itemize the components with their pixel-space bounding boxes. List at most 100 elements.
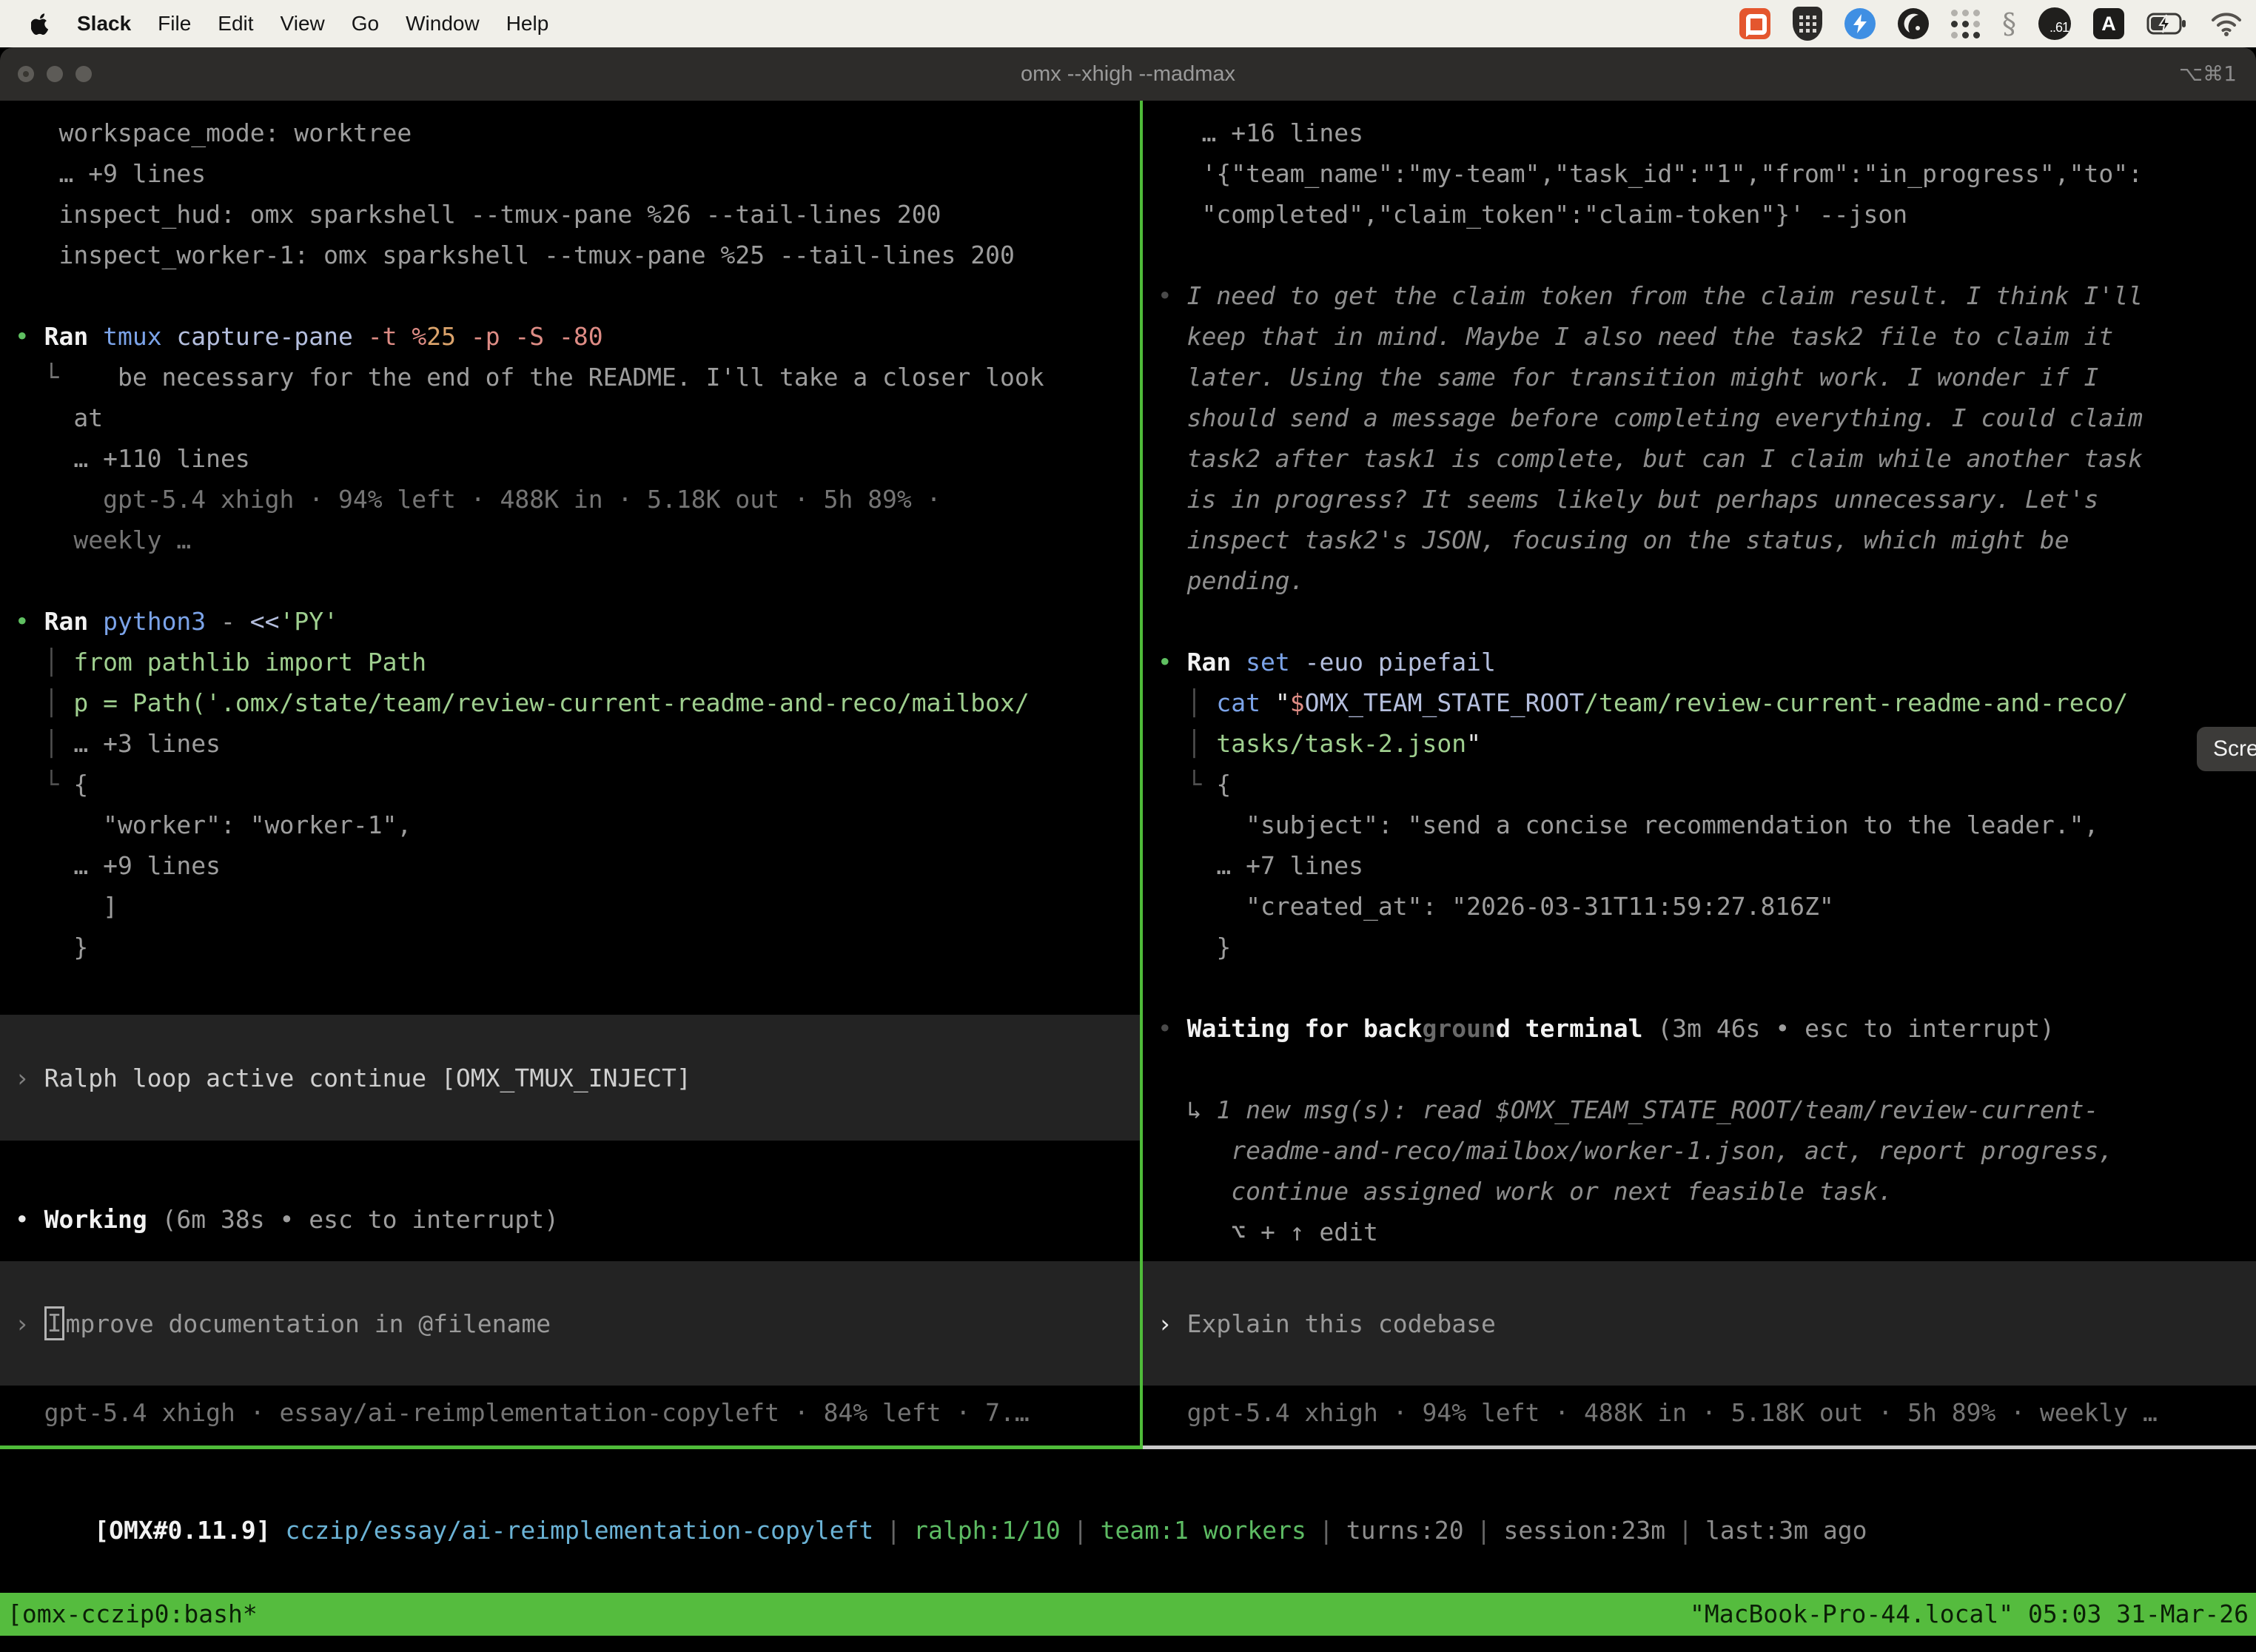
terminal-text: └	[0, 770, 73, 799]
menu-go[interactable]: Go	[352, 12, 379, 36]
terminal-text: capture-pane	[176, 322, 367, 351]
menu-help[interactable]: Help	[506, 12, 549, 36]
hud-separator: |	[1061, 1516, 1101, 1545]
terminal-line: }	[1143, 927, 2256, 967]
terminal-text: (6m 38s • esc to interrupt)	[162, 1205, 559, 1234]
omx-hud-line: [OMX#0.11.9] cczip/essay/ai-reimplementa…	[6, 1469, 1867, 1510]
input-source-a-icon[interactable]: A	[2093, 8, 2124, 39]
terminal-line: │ tasks/task-2.json"	[1143, 723, 2256, 764]
window-shortcut-hint: ⌥⌘1	[2179, 47, 2237, 101]
terminal-text: I need to get the claim token from the c…	[1187, 281, 2143, 310]
apple-menu-icon[interactable]	[31, 13, 50, 35]
terminal-line	[1143, 235, 2256, 275]
menu-edit[interactable]: Edit	[218, 12, 253, 36]
hud-turns: turns:20	[1346, 1516, 1464, 1545]
terminal-line: • Ran tmux capture-pane -t %25 -p -S -80	[0, 316, 1140, 357]
terminal-text: 'PY'	[280, 607, 338, 636]
terminal-text: ⌥ + ↑ edit	[1143, 1218, 1378, 1246]
terminal-text: •	[0, 1205, 44, 1234]
window-title-bar: omx --xhigh --madmax ⌥⌘1	[0, 47, 2256, 101]
terminal-line: └ {	[0, 764, 1140, 805]
terminal-line: │ cat "$OMX_TEAM_STATE_ROOT/team/review-…	[1143, 682, 2256, 723]
terminal-text: -	[221, 607, 250, 636]
terminal-line: at	[0, 397, 1140, 438]
tmux-status-bar: [omx-cczip0:bash* "MacBook-Pro-44.local"…	[0, 1593, 2256, 1636]
menu-window[interactable]: Window	[406, 12, 480, 36]
menu-app-name[interactable]: Slack	[77, 12, 131, 36]
terminal-text: "worker": "worker-1",	[0, 810, 412, 839]
battery-icon[interactable]	[2146, 10, 2188, 37]
tmux-session-window[interactable]: [omx-cczip0:bash*	[7, 1593, 258, 1636]
terminal-line	[1143, 601, 2256, 642]
terminal-line	[0, 275, 1140, 316]
terminal-text: inspect_hud: omx sparkshell --tmux-pane …	[0, 200, 941, 229]
terminal-text: set	[1246, 648, 1304, 676]
terminal-line: └ {	[1143, 764, 2256, 805]
inject-banner: › Ralph loop active continue [OMX_TMUX_I…	[0, 1015, 1140, 1141]
shield-grid-icon[interactable]	[1793, 7, 1822, 41]
terminal-text: Working	[44, 1205, 162, 1234]
menu-file[interactable]: File	[158, 12, 191, 36]
hud-session: session:23m	[1504, 1516, 1666, 1545]
pane-left[interactable]: workspace_mode: worktree … +9 lines insp…	[0, 101, 1140, 1446]
terminal-text: •	[1143, 1014, 1187, 1043]
terminal-text: be necessary for the end of the README. …	[118, 363, 1044, 392]
terminal-text: <<	[250, 607, 280, 636]
terminal-text: weekly …	[0, 526, 191, 554]
terminal-text: from pathlib import Path	[73, 648, 426, 676]
squiggle-icon[interactable]: §	[2002, 7, 2016, 40]
hud-repo: cczip/essay/ai-reimplementation-copyleft	[286, 1516, 874, 1545]
inject-banner-prompt: ›	[0, 1064, 44, 1092]
terminal-line: │ p = Path('.omx/state/team/review-curre…	[0, 682, 1140, 723]
hud-separator: |	[1665, 1516, 1705, 1545]
terminal-text: cat	[1216, 688, 1275, 717]
terminal-text: •	[1143, 281, 1187, 310]
terminal-line: … +16 lines	[1143, 113, 2256, 153]
terminal-text: p = Path('.omx/state/team/review-current…	[73, 688, 1029, 717]
terminal-text: 1 new msg(s): read $OMX_TEAM_STATE_ROOT/…	[1216, 1095, 2098, 1124]
bolt-circle-icon[interactable]	[1844, 8, 1876, 39]
wifi-icon[interactable]	[2210, 11, 2243, 36]
terminal-text: "subject": "send a concise recommendatio…	[1143, 810, 2098, 839]
terminal-line: gpt-5.4 xhigh · 94% left · 488K in · 5.1…	[0, 479, 1140, 520]
terminal-text: │	[1143, 688, 1216, 717]
badge-61-icon[interactable]: ..61	[2038, 7, 2071, 40]
terminal-line: should send a message before completing …	[1143, 397, 2256, 438]
terminal-text: task2 after task1 is complete, but can I…	[1143, 444, 2143, 473]
terminal-text: tasks/task-2.json	[1216, 729, 1466, 758]
terminal-text: └	[1143, 770, 1216, 799]
hud-team: team:1 workers	[1101, 1516, 1306, 1545]
terminal-text: (3m 46s • esc to interrupt)	[1657, 1014, 2054, 1043]
terminal-text: └	[0, 363, 118, 392]
terminal-text: │	[0, 648, 73, 676]
chat-app-icon[interactable]	[1739, 8, 1770, 39]
terminal-text: at	[0, 403, 103, 432]
terminal-line: task2 after task1 is complete, but can I…	[1143, 438, 2256, 479]
terminal-text: inspect_worker-1: omx sparkshell --tmux-…	[0, 241, 1015, 269]
left-scrollback: workspace_mode: worktree … +9 lines insp…	[0, 113, 1140, 967]
menu-view[interactable]: View	[281, 12, 325, 36]
hud-version: [OMX#0.11.9]	[94, 1516, 270, 1545]
screen: Slack File Edit View Go Window Help § ..…	[0, 0, 2256, 1652]
pane-divider-vertical[interactable]	[1140, 101, 1143, 1449]
macos-menu-bar: Slack File Edit View Go Window Help § ..…	[0, 0, 2256, 47]
pane-right[interactable]: … +16 lines '{"team_name":"my-team","tas…	[1143, 101, 2256, 1446]
terminal-text: •	[1143, 648, 1187, 676]
left-input-placeholder: mprove documentation in @filename	[65, 1309, 551, 1338]
terminal-line: }	[0, 927, 1140, 967]
terminal-text: │	[0, 688, 73, 717]
terminal-text: is in progress? It seems likely but perh…	[1143, 485, 2098, 514]
hud-separator: |	[873, 1516, 913, 1545]
terminal-line: "subject": "send a concise recommendatio…	[1143, 805, 2256, 845]
left-input-box[interactable]: › Improve documentation in @filename	[0, 1261, 1140, 1386]
terminal-text: •	[0, 607, 44, 636]
status-icons: § ..61 A	[1739, 7, 2256, 41]
terminal-line: • Waiting for background terminal (3m 46…	[1143, 1008, 2256, 1049]
right-input-box[interactable]: › Explain this codebase	[1143, 1261, 2256, 1386]
terminal-line: workspace_mode: worktree	[0, 113, 1140, 153]
hud-ralph: ralph:1/10	[913, 1516, 1061, 1545]
dots-grid-icon[interactable]	[1951, 10, 1980, 38]
terminal-line: … +9 lines	[0, 845, 1140, 886]
terminal-text: continue assigned work or next feasible …	[1143, 1177, 1893, 1206]
crescent-circle-icon[interactable]	[1898, 8, 1929, 39]
